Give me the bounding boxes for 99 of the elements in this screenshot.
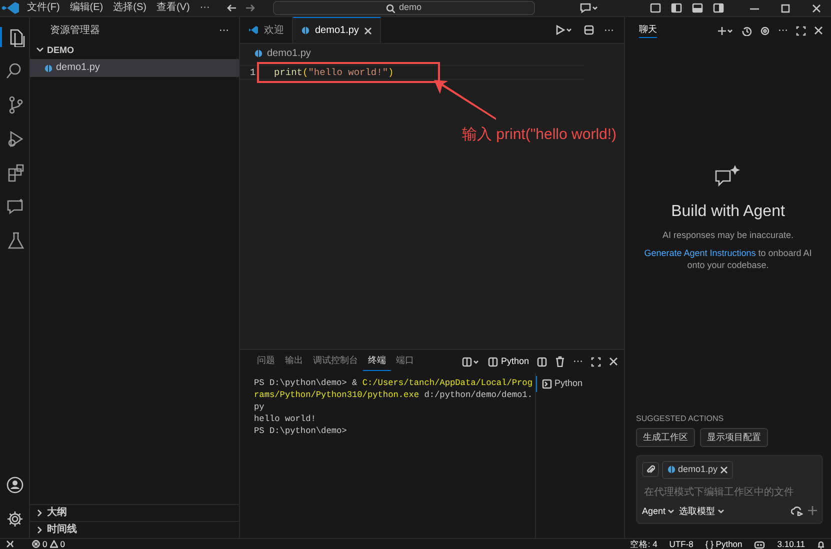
trash-icon[interactable] <box>555 356 565 367</box>
split-terminal-icon[interactable] <box>537 356 547 366</box>
close-icon[interactable] <box>720 466 728 474</box>
more-button[interactable]: ··· <box>219 23 229 38</box>
menu-item[interactable]: 文件(F) <box>22 0 65 16</box>
paperclip-icon <box>646 465 655 474</box>
menu-item[interactable]: ··· <box>194 0 215 16</box>
error-icon <box>32 540 40 548</box>
mode-picker[interactable]: Agent <box>642 504 674 518</box>
terminal-line: py <box>254 401 266 413</box>
suggestion-button[interactable]: 显示项目配置 <box>700 428 768 447</box>
maximize-icon[interactable] <box>591 356 601 366</box>
close-icon[interactable] <box>814 26 823 35</box>
status-item[interactable]: { } Python <box>705 539 742 549</box>
split-editor-icon[interactable] <box>584 25 594 35</box>
chat-heading: Build with Agent <box>671 202 785 222</box>
sidebar-title: 资源管理器 <box>50 24 100 38</box>
annotation-text: 输入 print("hello world!) <box>462 125 617 145</box>
status-item[interactable]: 3.10.11 <box>777 539 805 549</box>
chevron-icon[interactable] <box>36 526 44 534</box>
forward-arrow-icon[interactable] <box>244 4 255 12</box>
back-arrow-icon[interactable] <box>226 4 237 12</box>
menu-item[interactable]: 查看(V) <box>151 0 195 16</box>
menu-item[interactable]: 编辑(E) <box>64 0 108 16</box>
python-file-icon <box>666 465 676 474</box>
disclaimer-text: AI responses may be inaccurate. <box>662 229 794 242</box>
maximize-icon[interactable] <box>796 26 806 36</box>
panel-tab[interactable]: 调试控制台 <box>308 352 363 371</box>
terminal-icon <box>542 378 552 389</box>
chevron-icon[interactable] <box>36 46 44 54</box>
section-header[interactable]: 大纲 <box>30 504 239 521</box>
python-file-icon <box>44 64 53 72</box>
layout-icon[interactable] <box>650 3 661 13</box>
extensions-icon <box>6 163 26 183</box>
terminal-line: PS D:\python\demo> & C:/Users/tanch/AppData/Local/Prog <box>254 377 534 389</box>
menu-item[interactable]: 选择(S) <box>108 0 152 16</box>
python-file-icon <box>301 26 310 35</box>
more-button[interactable]: ··· <box>573 354 583 369</box>
status-item[interactable]: UTF-8 <box>669 539 694 549</box>
search-icon <box>386 4 396 12</box>
run-caret-icon[interactable] <box>556 25 574 35</box>
terminal-list-item[interactable]: Python <box>536 376 624 392</box>
account-icon[interactable] <box>6 476 24 494</box>
sidebar-toggle-icon[interactable] <box>671 3 682 13</box>
suggested-actions-title: SUGGESTED ACTIONS <box>636 412 725 424</box>
caret-icon <box>718 508 724 514</box>
terminal-selector[interactable]: Python <box>488 354 529 368</box>
plus-caret-icon[interactable] <box>718 26 734 36</box>
app-logo-icon <box>248 25 259 35</box>
caret-icon <box>668 508 674 514</box>
file-item[interactable]: demo1.py <box>30 59 239 77</box>
split-caret-icon[interactable] <box>462 356 480 366</box>
copilot-icon[interactable] <box>754 540 766 548</box>
cloud-send-icon[interactable] <box>791 506 803 516</box>
terminal-line: PS D:\python\demo> <box>254 425 348 437</box>
more-button[interactable]: ··· <box>778 23 788 38</box>
code-line: print("hello world!") <box>274 66 394 79</box>
problems-indicator[interactable]: 0 0 <box>32 539 65 549</box>
bell-icon[interactable] <box>817 540 825 548</box>
chat-caret-icon[interactable] <box>580 2 600 14</box>
maximize-icon[interactable] <box>781 4 790 12</box>
more-button[interactable]: ··· <box>604 22 614 38</box>
terminal-line: rams/Python/Python310/python.exe d:/python/demo/demo1. <box>254 389 534 401</box>
chat-icon <box>6 197 26 217</box>
search-field[interactable]: demo <box>272 1 535 15</box>
close-icon[interactable] <box>364 26 372 34</box>
editor-tab[interactable]: demo1.py <box>293 17 381 43</box>
folder-item[interactable]: DEMO <box>30 41 239 59</box>
flask-icon <box>6 231 26 251</box>
panel-tab[interactable]: 端口 <box>391 352 419 371</box>
attachment-chip[interactable]: demo1.py <box>662 461 734 478</box>
split-icon <box>488 356 498 366</box>
onboard-text: Generate Agent Instructions to onboard AI onto your codebase. <box>643 246 813 270</box>
plus-icon[interactable] <box>808 506 817 516</box>
terminal-line: hello world! <box>254 413 317 425</box>
close-icon[interactable] <box>812 4 821 12</box>
annotation-arrow <box>432 78 498 122</box>
run-debug-icon <box>6 129 26 149</box>
line-number: 1 <box>250 66 257 79</box>
history-icon[interactable] <box>742 26 752 36</box>
panel-tab[interactable]: 问题 <box>252 352 280 371</box>
model-picker[interactable]: 选取模型 <box>679 504 724 518</box>
chat-tab[interactable]: 聊天 <box>639 23 657 38</box>
attach-button[interactable] <box>642 462 659 478</box>
close-icon[interactable] <box>609 357 618 366</box>
python-file-icon <box>254 49 263 58</box>
panel-toggle-icon[interactable] <box>692 3 703 13</box>
panel-tab[interactable]: 输出 <box>280 352 308 371</box>
chat-input-box[interactable]: demo1.py 在代理模式下编辑工作区中的文件 Agent 选取模型 <box>636 455 823 524</box>
chevron-icon[interactable] <box>36 509 44 517</box>
chat-input[interactable]: 在代理模式下编辑工作区中的文件 <box>642 484 817 500</box>
agent-instructions-link[interactable]: Generate Agent Instructions <box>644 248 756 258</box>
suggestion-button[interactable]: 生成工作区 <box>636 428 695 447</box>
panel-tab[interactable]: 终端 <box>363 352 391 371</box>
status-item[interactable]: 空格: 4 <box>630 539 658 549</box>
warning-icon <box>50 540 58 548</box>
breadcrumb[interactable]: demo1.py <box>240 44 624 63</box>
secondary-sidebar-icon[interactable] <box>713 3 724 13</box>
app-logo-icon <box>0 0 22 16</box>
